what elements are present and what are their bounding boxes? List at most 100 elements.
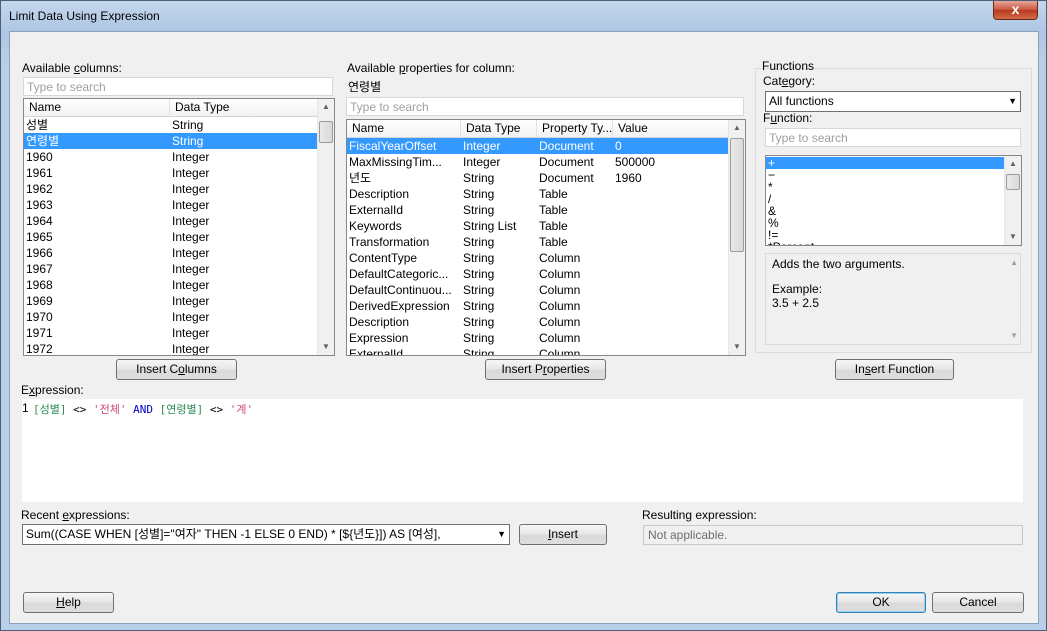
property-row[interactable]: Description String Table xyxy=(347,186,729,202)
column-row[interactable]: 1961 Integer xyxy=(24,165,318,181)
cancel-button[interactable]: Cancel xyxy=(932,592,1024,613)
property-cell: 1960 xyxy=(615,171,642,185)
column-row[interactable]: 1972 Integer xyxy=(24,341,318,355)
scroll-down-icon[interactable]: ▼ xyxy=(729,339,745,355)
expression-token: AND xyxy=(126,403,160,416)
scroll-thumb[interactable] xyxy=(730,138,744,252)
properties-scrollbar[interactable]: ▲ ▼ xyxy=(728,120,745,355)
properties-search-input[interactable]: Type to search xyxy=(346,97,744,116)
column-row[interactable]: 1969 Integer xyxy=(24,293,318,309)
column-row[interactable]: 연령별 String xyxy=(24,133,318,149)
columns-list[interactable]: Name Data Type 성별 String 연령별 String 1960 Inte… xyxy=(23,98,335,356)
property-cell: Column xyxy=(539,283,581,297)
category-select[interactable]: All functions ▼ xyxy=(765,91,1021,112)
properties-list[interactable]: Name Data Type Property Ty... Value Fisc… xyxy=(346,119,746,356)
property-cell: String xyxy=(463,203,495,217)
column-cell: 1965 xyxy=(26,230,53,244)
property-row[interactable]: ExternalId String Column xyxy=(347,346,729,355)
close-icon[interactable]: x xyxy=(993,1,1038,20)
column-header-datatype[interactable]: Data Type xyxy=(170,99,318,117)
column-cell: 연령별 xyxy=(26,134,60,148)
column-row[interactable]: 1960 Integer xyxy=(24,149,318,165)
expression-token: [성별] xyxy=(33,403,67,416)
property-header-name[interactable]: Name xyxy=(347,120,461,138)
column-cell: Integer xyxy=(172,310,210,324)
column-row[interactable]: 1965 Integer xyxy=(24,229,318,245)
function-item-label: * xyxy=(768,181,773,193)
columns-search-input[interactable]: Type to search xyxy=(23,77,333,96)
function-item[interactable]: * xyxy=(766,181,1005,193)
property-row[interactable]: Expression String Column xyxy=(347,330,729,346)
insert-columns-button[interactable]: Insert Columns xyxy=(116,359,237,380)
scroll-down-icon[interactable]: ▼ xyxy=(318,339,334,355)
scroll-up-icon[interactable]: ▲ xyxy=(1005,156,1021,172)
function-item[interactable]: & xyxy=(766,205,1005,217)
expression-code[interactable]: [성별] <> '전체' AND [연령별] <> '계' xyxy=(33,401,253,417)
columns-list-header: Name Data Type xyxy=(24,99,318,117)
scroll-up-icon[interactable]: ▲ xyxy=(729,120,745,136)
property-header-value[interactable]: Value xyxy=(613,120,729,138)
column-row[interactable]: 1968 Integer xyxy=(24,277,318,293)
expression-editor[interactable]: 1 [성별] <> '전체' AND [연령별] <> '계' xyxy=(22,399,1023,502)
insert-function-button[interactable]: Insert Function xyxy=(835,359,954,380)
property-cell xyxy=(613,234,729,250)
property-header-propertytype[interactable]: Property Ty... xyxy=(537,120,613,138)
property-row[interactable]: Keywords String List Table xyxy=(347,218,729,234)
scroll-up-icon[interactable]: ▲ xyxy=(1010,258,1018,267)
columns-scrollbar[interactable]: ▲ ▼ xyxy=(317,99,334,355)
column-row[interactable]: 1962 Integer xyxy=(24,181,318,197)
column-cell: 1963 xyxy=(26,198,53,212)
function-item[interactable]: − xyxy=(766,169,1005,181)
properties-list-header: Name Data Type Property Ty... Value xyxy=(347,120,729,138)
column-header-name[interactable]: Name xyxy=(24,99,170,117)
column-row[interactable]: 1966 Integer xyxy=(24,245,318,261)
property-cell: Column xyxy=(539,251,581,265)
property-row[interactable]: FiscalYearOffset Integer Document 0 xyxy=(347,138,729,154)
column-cell: Integer xyxy=(172,182,210,196)
property-row[interactable]: MaxMissingTim... Integer Document 500000 xyxy=(347,154,729,170)
scroll-thumb[interactable] xyxy=(319,121,333,143)
property-cell: String xyxy=(463,187,495,201)
property-row[interactable]: ExternalId String Table xyxy=(347,202,729,218)
property-row[interactable]: ContentType String Column xyxy=(347,250,729,266)
property-row[interactable]: 년도 String Document 1960 xyxy=(347,170,729,186)
column-row[interactable]: 1967 Integer xyxy=(24,261,318,277)
scroll-down-icon[interactable]: ▼ xyxy=(1010,331,1018,340)
expression-token: <> xyxy=(66,403,93,416)
property-cell: DefaultCategoric... xyxy=(349,267,449,281)
functions-list[interactable]: +−*/&%!=*Percent ▲ ▼ xyxy=(765,155,1022,246)
property-cell: Table xyxy=(539,187,568,201)
property-row[interactable]: DerivedExpression String Column xyxy=(347,298,729,314)
property-cell: Document xyxy=(539,139,594,153)
functions-scrollbar[interactable]: ▲ ▼ xyxy=(1004,156,1021,245)
title-bar[interactable]: Limit Data Using Expression x xyxy=(1,1,1046,31)
recent-expressions-select[interactable]: Sum((CASE WHEN [성별]="여자" THEN -1 ELSE 0 … xyxy=(22,524,510,545)
scroll-up-icon[interactable]: ▲ xyxy=(318,99,334,115)
function-item[interactable]: + xyxy=(766,157,1005,169)
scroll-down-icon[interactable]: ▼ xyxy=(1005,229,1021,245)
property-row[interactable]: Transformation String Table xyxy=(347,234,729,250)
available-columns-label: Available columns: xyxy=(22,61,122,75)
column-row[interactable]: 성별 String xyxy=(24,117,318,133)
function-item[interactable]: / xyxy=(766,193,1005,205)
column-row[interactable]: 1971 Integer xyxy=(24,325,318,341)
property-row[interactable]: DefaultCategoric... String Column xyxy=(347,266,729,282)
insert-recent-button[interactable]: Insert xyxy=(519,524,607,545)
ok-button[interactable]: OK xyxy=(836,592,926,613)
property-row[interactable]: DefaultContinuou... String Column xyxy=(347,282,729,298)
function-item[interactable]: *Percent xyxy=(766,241,1005,245)
property-cell xyxy=(613,282,729,298)
column-row[interactable]: 1963 Integer xyxy=(24,197,318,213)
property-row[interactable]: Description String Column xyxy=(347,314,729,330)
help-button[interactable]: Help xyxy=(23,592,114,613)
function-item[interactable]: != xyxy=(766,229,1005,241)
column-cell: Integer xyxy=(172,150,210,164)
column-row[interactable]: 1970 Integer xyxy=(24,309,318,325)
functions-search-input[interactable]: Type to search xyxy=(765,128,1021,147)
column-row[interactable]: 1964 Integer xyxy=(24,213,318,229)
insert-properties-button[interactable]: Insert Properties xyxy=(485,359,606,380)
function-item[interactable]: % xyxy=(766,217,1005,229)
column-cell: 1971 xyxy=(26,326,53,340)
scroll-thumb[interactable] xyxy=(1006,174,1020,190)
property-header-datatype[interactable]: Data Type xyxy=(461,120,537,138)
